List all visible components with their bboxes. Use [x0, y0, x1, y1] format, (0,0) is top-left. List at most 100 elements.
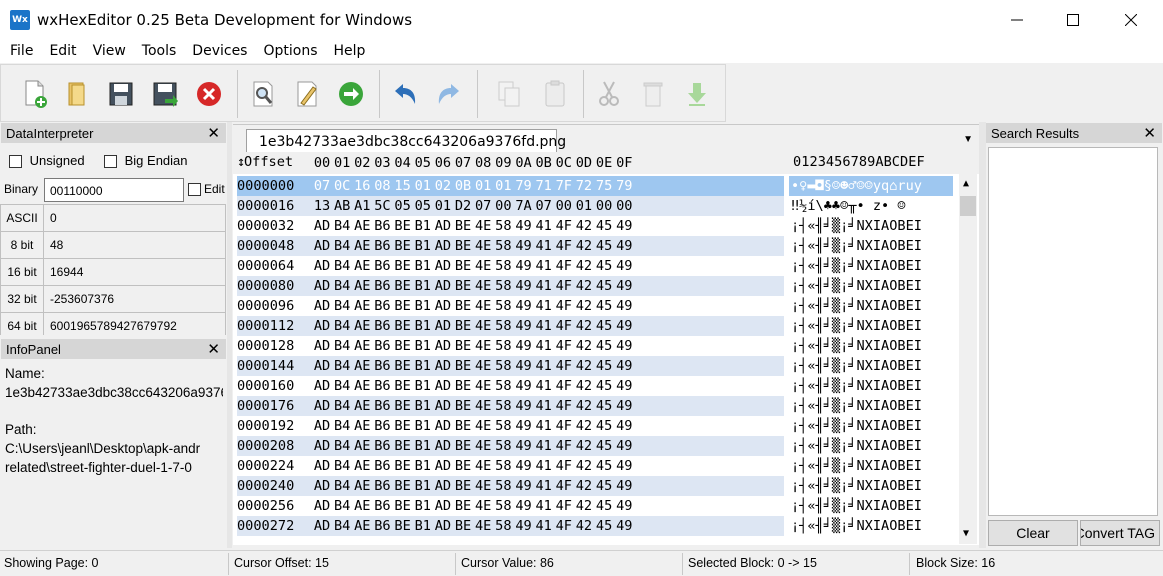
hex-byte[interactable]: AD: [312, 276, 332, 296]
cut-button[interactable]: [593, 77, 625, 111]
hex-byte[interactable]: B1: [413, 276, 433, 296]
hex-byte[interactable]: 58: [493, 256, 513, 276]
hex-byte[interactable]: B4: [332, 376, 352, 396]
hex-byte[interactable]: 42: [574, 216, 594, 236]
hex-byte[interactable]: 71: [534, 176, 554, 196]
hex-scrollbar[interactable]: ▲ ▼: [959, 174, 977, 544]
hex-byte[interactable]: 01: [493, 176, 513, 196]
hex-byte[interactable]: 07: [473, 196, 493, 216]
hex-byte[interactable]: 4F: [554, 376, 574, 396]
hex-row[interactable]: 0000112 AD B4 AE B6 BE B1 AD BE 4E 58 49 41 4F 42 45 49 ¡…: [233, 316, 957, 336]
hex-byte[interactable]: B6: [372, 256, 392, 276]
hex-byte[interactable]: 41: [534, 436, 554, 456]
hex-byte[interactable]: 4E: [473, 436, 493, 456]
hex-byte[interactable]: AD: [312, 476, 332, 496]
hex-byte[interactable]: BE: [453, 256, 473, 276]
hex-byte[interactable]: 41: [534, 416, 554, 436]
hex-byte[interactable]: AD: [433, 216, 453, 236]
row-text[interactable]: ¡┤«╢╛▒¡╛NXIAOBEI: [791, 256, 951, 276]
menu-help[interactable]: Help: [334, 40, 366, 63]
hex-byte[interactable]: B4: [332, 216, 352, 236]
hex-byte[interactable]: BE: [393, 476, 413, 496]
hex-byte[interactable]: B6: [372, 476, 392, 496]
insert-button[interactable]: [681, 77, 713, 111]
hex-byte[interactable]: AE: [352, 276, 372, 296]
row-text[interactable]: ¡┤«╢╛▒¡╛NXIAOBEI: [791, 296, 951, 316]
hex-byte[interactable]: 01: [433, 196, 453, 216]
hex-row[interactable]: 0000176 AD B4 AE B6 BE B1 AD BE 4E 58 49 41 4F 42 45 49 ¡…: [233, 396, 957, 416]
hex-byte[interactable]: BE: [453, 516, 473, 536]
hex-byte[interactable]: 42: [574, 296, 594, 316]
scroll-up-icon[interactable]: ▲: [963, 178, 969, 189]
hex-byte[interactable]: 00: [614, 196, 634, 216]
hex-byte[interactable]: 49: [514, 376, 534, 396]
hex-byte[interactable]: B4: [332, 396, 352, 416]
hex-byte[interactable]: 45: [594, 256, 614, 276]
hex-byte[interactable]: 58: [493, 356, 513, 376]
row-text[interactable]: ¡┤«╢╛▒¡╛NXIAOBEI: [791, 216, 951, 236]
hex-byte[interactable]: B6: [372, 376, 392, 396]
hex-byte[interactable]: 49: [614, 436, 634, 456]
hex-byte[interactable]: 08: [372, 176, 392, 196]
hex-byte[interactable]: B1: [413, 416, 433, 436]
unsigned-checkbox-box[interactable]: [9, 155, 22, 169]
editor-tab[interactable]: 1e3b42733ae3dbc38cc643206a9376fd.png: [246, 129, 566, 154]
row-text[interactable]: ¡┤«╢╛▒¡╛NXIAOBEI: [791, 396, 951, 416]
hex-byte[interactable]: AB: [332, 196, 352, 216]
hex-byte[interactable]: 41: [534, 296, 554, 316]
hex-byte[interactable]: AD: [312, 256, 332, 276]
hex-byte[interactable]: 49: [614, 516, 634, 536]
hex-byte[interactable]: 4F: [554, 516, 574, 536]
hex-byte[interactable]: 49: [514, 456, 534, 476]
hex-byte[interactable]: 45: [594, 516, 614, 536]
hex-byte[interactable]: B1: [413, 316, 433, 336]
delete-button[interactable]: [637, 77, 669, 111]
di-value[interactable]: 6001965789427679792: [44, 313, 226, 335]
hex-byte[interactable]: 58: [493, 236, 513, 256]
hex-byte[interactable]: 41: [534, 216, 554, 236]
hex-byte[interactable]: 4F: [554, 316, 574, 336]
hex-byte[interactable]: 49: [514, 236, 534, 256]
hex-byte[interactable]: 4F: [554, 276, 574, 296]
hex-byte[interactable]: 45: [594, 496, 614, 516]
hex-byte[interactable]: B6: [372, 496, 392, 516]
hex-byte[interactable]: 58: [493, 336, 513, 356]
open-file-button[interactable]: [61, 77, 93, 111]
hex-byte[interactable]: AD: [433, 396, 453, 416]
hex-byte[interactable]: 49: [514, 516, 534, 536]
hex-byte[interactable]: AD: [433, 316, 453, 336]
hex-byte[interactable]: B4: [332, 436, 352, 456]
hex-byte[interactable]: 49: [614, 296, 634, 316]
hex-byte[interactable]: AE: [352, 396, 372, 416]
hex-byte[interactable]: 4F: [554, 456, 574, 476]
hex-byte[interactable]: AD: [312, 216, 332, 236]
hex-byte[interactable]: 58: [493, 516, 513, 536]
row-text[interactable]: ¡┤«╢╛▒¡╛NXIAOBEI: [791, 276, 951, 296]
hex-byte[interactable]: AE: [352, 236, 372, 256]
binary-field[interactable]: 00110000: [44, 178, 184, 202]
hex-byte[interactable]: 45: [594, 476, 614, 496]
hex-byte[interactable]: B4: [332, 276, 352, 296]
hex-byte[interactable]: 58: [493, 376, 513, 396]
hex-byte[interactable]: 00: [493, 196, 513, 216]
hex-byte[interactable]: 42: [574, 396, 594, 416]
hex-byte[interactable]: 42: [574, 496, 594, 516]
hex-byte[interactable]: 0C: [332, 176, 352, 196]
row-text[interactable]: ¡┤«╢╛▒¡╛NXIAOBEI: [791, 336, 951, 356]
hex-byte[interactable]: 4E: [473, 356, 493, 376]
hex-byte[interactable]: AD: [312, 356, 332, 376]
hex-byte[interactable]: B1: [413, 296, 433, 316]
hex-byte[interactable]: 42: [574, 236, 594, 256]
hex-byte[interactable]: 49: [614, 216, 634, 236]
hex-byte[interactable]: 49: [514, 316, 534, 336]
di-value[interactable]: -253607376: [44, 286, 226, 313]
hex-byte[interactable]: 4E: [473, 396, 493, 416]
hex-row[interactable]: 0000000 07 0C 16 08 15 01 02 0B 01 01 79 71 7F 72 75 79 •…: [233, 176, 957, 196]
hex-byte[interactable]: B6: [372, 396, 392, 416]
hex-byte[interactable]: 49: [514, 356, 534, 376]
convert-tag-button[interactable]: Convert TAG: [1080, 520, 1160, 546]
menu-devices[interactable]: Devices: [192, 40, 247, 63]
hex-byte[interactable]: AD: [433, 276, 453, 296]
hex-byte[interactable]: 49: [514, 216, 534, 236]
hex-byte[interactable]: BE: [453, 316, 473, 336]
